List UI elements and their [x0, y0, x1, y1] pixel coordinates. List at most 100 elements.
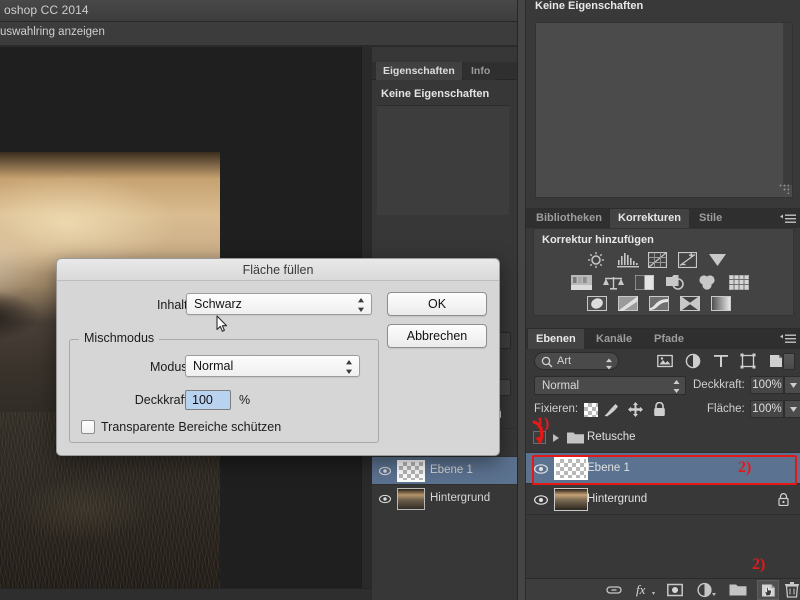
properties-scrollbar[interactable] [783, 23, 792, 185]
tab-eigenschaften[interactable]: Eigenschaften [376, 62, 462, 80]
middle-layer-thumbnail[interactable] [397, 488, 425, 510]
opacity-input[interactable]: 100 [185, 390, 231, 410]
color-lookup-icon[interactable] [729, 275, 749, 290]
annotation-1-arrow [528, 420, 558, 450]
adjustments-tabbar: Bibliotheken Korrekturen Stile [526, 209, 800, 228]
preserve-transparency-checkbox[interactable] [81, 420, 95, 434]
layer-mask-icon[interactable] [667, 582, 683, 598]
adjustments-panel: Bibliotheken Korrekturen Stile Korrektur… [526, 208, 800, 328]
black-white-icon[interactable] [635, 275, 654, 290]
application-title: oshop CC 2014 [4, 3, 89, 17]
layer-thumbnail[interactable] [554, 488, 588, 511]
chevron-updown-icon [605, 357, 613, 371]
layers-blend-row: Normal Deckkraft: 100% [526, 374, 800, 398]
eye-icon[interactable] [534, 495, 548, 505]
properties-body [535, 22, 793, 198]
curves-icon[interactable] [648, 252, 667, 268]
right-dock: Keine Eigenschaften Bibliotheken Korrekt… [517, 0, 800, 600]
tab-bibliotheken[interactable]: Bibliotheken [528, 209, 610, 228]
middle-layer-row-ebene-1[interactable]: Ebene 1 [372, 456, 518, 484]
middle-dock-tabbar: Eigenschaften Info [372, 62, 518, 80]
tab-kanaele[interactable]: Kanäle [588, 329, 640, 349]
tab-korrekturen[interactable]: Korrekturen [610, 209, 689, 228]
adjustments-box: Korrektur hinzufügen [533, 228, 794, 316]
new-layer-button[interactable] [757, 580, 779, 600]
middle-layer-thumbnail[interactable] [397, 460, 425, 482]
eye-icon[interactable] [379, 466, 391, 476]
filter-kind-select[interactable]: Art [534, 352, 619, 370]
lock-transparency-icon[interactable] [584, 403, 598, 417]
middle-properties-body [377, 105, 509, 215]
color-balance-icon[interactable] [603, 275, 624, 290]
new-layer-icon [761, 583, 776, 598]
brightness-contrast-icon[interactable] [586, 251, 606, 269]
pixel-layer-icon[interactable] [657, 353, 673, 369]
layer-row-hintergrund[interactable]: Hintergrund [526, 484, 800, 515]
panel-menu-icon[interactable] [780, 214, 796, 224]
levels-icon[interactable] [617, 252, 639, 268]
opacity-label: Deckkraft: [693, 379, 745, 391]
layer-style-fx-icon[interactable]: fx [636, 582, 656, 598]
svg-text:fx: fx [636, 582, 646, 597]
adjustments-heading: Korrektur hinzufügen [542, 234, 654, 246]
preserve-transparency-label: Transparente Bereiche schützen [101, 420, 371, 434]
new-group-icon[interactable] [729, 582, 747, 598]
ok-button[interactable]: OK [387, 292, 487, 316]
tab-info[interactable]: Info [464, 62, 497, 80]
shape-layer-icon[interactable] [740, 353, 756, 369]
delete-layer-icon[interactable] [785, 582, 799, 598]
new-adjustment-layer-icon[interactable] [697, 582, 716, 598]
annotation-highlight-box [532, 455, 797, 485]
middle-layer-row-hintergrund[interactable]: Hintergrund [372, 484, 518, 512]
filter-enable-toggle[interactable] [783, 353, 795, 370]
adjustments-row-3 [534, 295, 795, 317]
locked-layer-icon [778, 493, 789, 506]
exposure-icon[interactable] [678, 252, 697, 268]
tab-pfade[interactable]: Pfade [646, 329, 692, 349]
tool-options-text: uswahlring anzeigen [0, 26, 105, 38]
channel-mixer-icon[interactable] [697, 275, 717, 290]
dock-collapse-strip[interactable] [518, 0, 526, 600]
hue-saturation-icon[interactable] [571, 275, 592, 290]
layers-bottom-toolbar: fx [526, 578, 800, 600]
blend-mode-select[interactable]: Normal [534, 376, 686, 395]
photo-filter-icon[interactable] [665, 274, 686, 291]
chevron-updown-icon [673, 380, 680, 393]
adjustment-layer-icon[interactable] [685, 353, 701, 369]
opacity-value[interactable]: 100% [750, 376, 784, 394]
invert-icon[interactable] [587, 296, 607, 311]
layer-name: Retusche [587, 431, 636, 443]
lock-all-icon[interactable] [653, 402, 666, 417]
tab-stile[interactable]: Stile [691, 209, 730, 228]
smart-object-icon[interactable] [768, 353, 784, 369]
opacity-dropdown-button[interactable] [784, 376, 800, 394]
layer-name: Hintergrund [587, 493, 647, 505]
lock-position-icon[interactable] [628, 402, 643, 417]
posterize-icon[interactable] [618, 296, 638, 311]
content-select[interactable]: Schwarz [186, 293, 372, 315]
threshold-icon[interactable] [649, 296, 669, 311]
application-titlebar: oshop CC 2014 [0, 0, 517, 22]
type-layer-icon[interactable] [713, 353, 729, 369]
tab-ebenen[interactable]: Ebenen [528, 329, 584, 349]
percent-sign: % [239, 393, 255, 407]
vibrance-icon[interactable] [708, 253, 727, 267]
lock-image-icon[interactable] [604, 403, 620, 417]
cancel-button[interactable]: Abbrechen [387, 324, 487, 348]
fill-dropdown-button[interactable] [784, 400, 800, 418]
gradient-map-icon[interactable] [711, 296, 731, 311]
tool-options-bar: uswahlring anzeigen [0, 22, 517, 46]
layer-row-retusche[interactable]: Retusche [526, 422, 800, 453]
selective-color-icon[interactable] [680, 296, 700, 311]
panel-resize-grip[interactable] [779, 184, 789, 194]
link-layers-icon[interactable] [606, 582, 622, 598]
panel-menu-icon[interactable] [780, 334, 796, 344]
properties-panel: Keine Eigenschaften [526, 0, 800, 208]
mode-select[interactable]: Normal [185, 355, 360, 377]
eye-icon[interactable] [379, 494, 391, 504]
dialog-title: Fläche füllen [57, 259, 499, 281]
middle-layer-name: Hintergrund [430, 492, 490, 504]
fill-value[interactable]: 100% [750, 400, 784, 418]
middle-layer-name: Ebene 1 [430, 464, 473, 476]
blend-mode-legend: Mischmodus [79, 331, 159, 345]
